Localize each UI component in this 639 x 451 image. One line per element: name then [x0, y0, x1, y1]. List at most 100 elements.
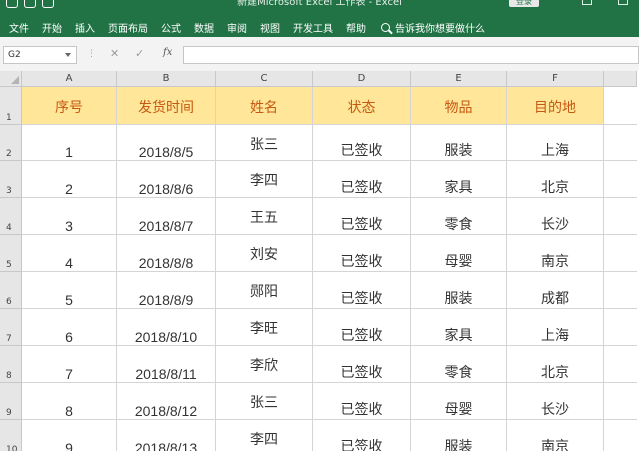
column-header[interactable]: C	[216, 71, 313, 87]
cell[interactable]	[604, 125, 637, 161]
row-header[interactable]: 10	[0, 420, 22, 451]
cell[interactable]: 6	[22, 309, 117, 346]
row-header[interactable]: 9	[0, 383, 22, 420]
cell[interactable]: 家具	[411, 309, 507, 346]
ribbon-tab[interactable]: 文件	[9, 20, 29, 35]
cell[interactable]: 长沙	[507, 198, 604, 235]
select-all-button[interactable]	[0, 71, 22, 87]
cell[interactable]: 成都	[507, 272, 604, 309]
row-header[interactable]: 4	[0, 198, 22, 235]
cell[interactable]	[604, 346, 637, 383]
tell-me-search[interactable]: 告诉我你想要做什么	[381, 20, 485, 35]
row-header[interactable]: 7	[0, 309, 22, 346]
cancel-icon[interactable]: ✕	[110, 47, 119, 60]
column-header[interactable]	[604, 71, 637, 87]
cell[interactable]: 母婴	[411, 383, 507, 420]
cell[interactable]: 服装	[411, 420, 507, 451]
column-header[interactable]: D	[313, 71, 411, 87]
cell[interactable]: 1	[22, 125, 117, 161]
cell[interactable]: 2018/8/9	[117, 272, 216, 309]
row-header[interactable]: 3	[0, 161, 22, 198]
cell[interactable]: 李四	[216, 161, 313, 198]
cell[interactable]: 2018/8/11	[117, 346, 216, 383]
cell[interactable]: 李欣	[216, 346, 313, 383]
cell[interactable]: 2018/8/5	[117, 125, 216, 161]
cell[interactable]: 郧阳	[216, 272, 313, 309]
cell[interactable]: 王五	[216, 198, 313, 235]
cell[interactable]: 服装	[411, 272, 507, 309]
header-cell[interactable]: 目的地	[507, 87, 604, 125]
header-cell[interactable]: 序号	[22, 87, 117, 125]
cell[interactable]: 刘安	[216, 235, 313, 272]
cell[interactable]: 李四	[216, 420, 313, 451]
cell[interactable]: 2	[22, 161, 117, 198]
cell[interactable]: 南京	[507, 235, 604, 272]
cell[interactable]: 零食	[411, 198, 507, 235]
ribbon-display-options-icon[interactable]	[582, 0, 592, 5]
cell[interactable]: 5	[22, 272, 117, 309]
cell[interactable]: 零食	[411, 346, 507, 383]
cell[interactable]: 2018/8/6	[117, 161, 216, 198]
cell[interactable]: 母婴	[411, 235, 507, 272]
cell[interactable]: 已签收	[313, 309, 411, 346]
cell[interactable]: 李旺	[216, 309, 313, 346]
header-cell[interactable]: 状态	[313, 87, 411, 125]
cell[interactable]: 2018/8/7	[117, 198, 216, 235]
cell[interactable]: 已签收	[313, 235, 411, 272]
name-box[interactable]: G2	[3, 46, 77, 64]
more-options-icon[interactable]: ⋮	[87, 49, 96, 59]
cell[interactable]: 上海	[507, 125, 604, 161]
row-header[interactable]: 2	[0, 125, 22, 161]
header-cell[interactable]: 物品	[411, 87, 507, 125]
cell[interactable]	[604, 309, 637, 346]
minimize-icon[interactable]	[618, 0, 628, 5]
row-header[interactable]: 8	[0, 346, 22, 383]
row-header[interactable]: 1	[0, 87, 22, 125]
cell[interactable]: 已签收	[313, 420, 411, 451]
insert-function-icon[interactable]: fx	[163, 47, 172, 58]
cell[interactable]: 3	[22, 198, 117, 235]
ribbon-tab[interactable]: 开始	[42, 20, 62, 35]
cell[interactable]: 已签收	[313, 346, 411, 383]
chevron-down-icon[interactable]	[65, 53, 71, 57]
cell[interactable]: 服装	[411, 125, 507, 161]
cell[interactable]	[604, 235, 637, 272]
ribbon-tab[interactable]: 公式	[161, 20, 181, 35]
header-cell[interactable]: 姓名	[216, 87, 313, 125]
header-cell[interactable]: 发货时间	[117, 87, 216, 125]
cell[interactable]: 南京	[507, 420, 604, 451]
cell[interactable]: 长沙	[507, 383, 604, 420]
ribbon-tab[interactable]: 数据	[194, 20, 214, 35]
cell[interactable]: 家具	[411, 161, 507, 198]
cell[interactable]: 2018/8/8	[117, 235, 216, 272]
ribbon-tab[interactable]: 帮助	[346, 20, 366, 35]
cell[interactable]: 已签收	[313, 383, 411, 420]
cell[interactable]: 4	[22, 235, 117, 272]
row-header[interactable]: 6	[0, 272, 22, 309]
ribbon-tab[interactable]: 开发工具	[293, 20, 333, 35]
login-button[interactable]: 登录	[509, 0, 539, 7]
column-header[interactable]: F	[507, 71, 604, 87]
cell[interactable]: 7	[22, 346, 117, 383]
cell[interactable]	[604, 420, 637, 451]
ribbon-tab[interactable]: 视图	[260, 20, 280, 35]
cell[interactable]: 北京	[507, 346, 604, 383]
column-header[interactable]: A	[22, 71, 117, 87]
cell[interactable]	[604, 198, 637, 235]
cell[interactable]: 已签收	[313, 161, 411, 198]
cell[interactable]: 9	[22, 420, 117, 451]
cell[interactable]: 上海	[507, 309, 604, 346]
cell[interactable]: 已签收	[313, 125, 411, 161]
ribbon-tab[interactable]: 审阅	[227, 20, 247, 35]
cell[interactable]: 已签收	[313, 272, 411, 309]
cell[interactable]	[604, 272, 637, 309]
ribbon-tab[interactable]: 插入	[75, 20, 95, 35]
enter-icon[interactable]: ✓	[135, 47, 144, 60]
cell[interactable]	[604, 161, 637, 198]
column-header[interactable]: B	[117, 71, 216, 87]
cell[interactable]: 张三	[216, 125, 313, 161]
cell[interactable]: 8	[22, 383, 117, 420]
column-header[interactable]: E	[411, 71, 507, 87]
cell[interactable]: 2018/8/10	[117, 309, 216, 346]
cell[interactable]	[604, 383, 637, 420]
